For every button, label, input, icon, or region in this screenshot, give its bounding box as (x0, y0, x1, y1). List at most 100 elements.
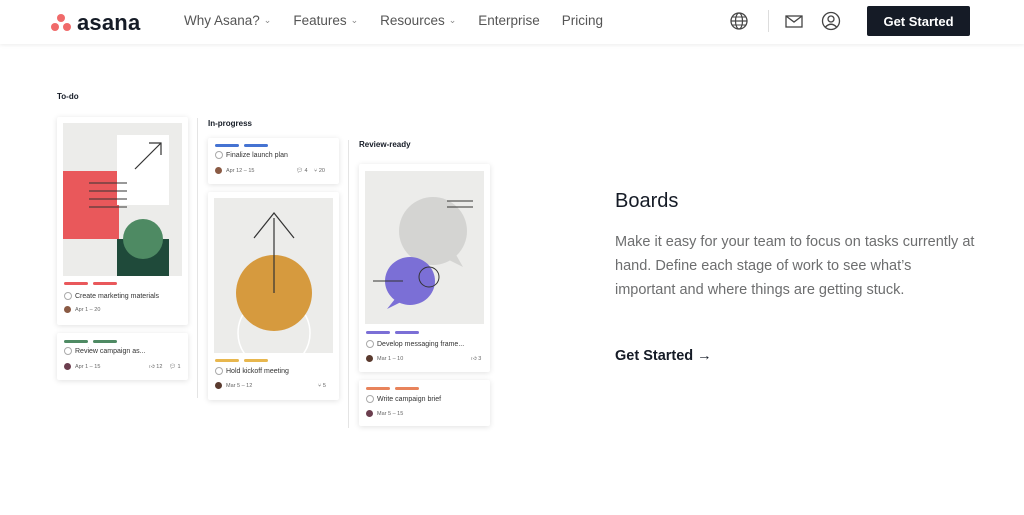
subtasks-value: 20 (318, 168, 325, 174)
card-tag (244, 144, 268, 147)
task-date: Mar 1 – 10 (377, 355, 404, 362)
card-artwork (214, 198, 333, 353)
card-tag (215, 144, 239, 147)
menu-item-label: Pricing (561, 13, 604, 28)
get-started-button[interactable]: Get Started (867, 6, 970, 36)
task-date: Apr 12 – 15 (226, 167, 255, 174)
comments-value: 4 (304, 168, 308, 174)
task-label: Develop messaging frame... (366, 340, 464, 348)
chevron-down-icon: ⌄ (263, 15, 272, 25)
card-tag (395, 331, 419, 334)
task-card-marketing[interactable]: Create marketing materials Apr 1 – 20 (57, 117, 188, 325)
menu-item-label: Why Asana? (184, 13, 260, 28)
task-meta: Apr 12 – 15 (215, 167, 254, 174)
task-meta: Apr 1 – 20 (64, 306, 100, 313)
task-meta: Apr 1 – 15 (64, 363, 100, 370)
column-divider (348, 140, 349, 428)
menu-item-label: Enterprise (478, 13, 540, 28)
task-card-launch-plan[interactable]: Finalize launch plan Apr 12 – 15 💬︎ 4 ⑂ … (208, 138, 339, 184)
globe-icon[interactable] (729, 11, 749, 31)
card-tag (366, 331, 390, 334)
card-tag (93, 282, 117, 285)
avatar (215, 382, 222, 389)
menu-item-why-asana[interactable]: Why Asana? ⌄ (184, 13, 271, 28)
comments-value: 1 (177, 364, 181, 370)
card-tag (93, 340, 117, 343)
avatar (366, 355, 373, 362)
menu-item-label: Features (293, 13, 347, 28)
column-title-todo: To-do (57, 92, 79, 101)
avatar (64, 363, 71, 370)
menu-item-resources[interactable]: Resources ⌄ (380, 13, 456, 28)
task-title: Develop messaging frame... (377, 340, 465, 348)
likes-value: 3 (478, 356, 482, 362)
card-tag (366, 387, 390, 390)
checkmark-circle-icon[interactable] (64, 347, 72, 355)
column-title-review-ready: Review-ready (359, 140, 411, 149)
checkmark-circle-icon[interactable] (366, 340, 374, 348)
task-card-review-campaign[interactable]: Review campaign as... Apr 1 – 15 👍︎ 12 💬… (57, 333, 188, 380)
comments-count: 💬︎ 1 (169, 364, 181, 370)
likes-count: 👍︎ 3 (471, 356, 482, 362)
card-artwork (365, 171, 484, 324)
subtasks-count: ⑂ 20 (314, 168, 325, 174)
task-meta: Mar 5 – 12 (215, 382, 252, 389)
task-meta: Mar 1 – 10 (366, 355, 403, 362)
task-meta: Mar 5 – 15 (366, 410, 403, 417)
task-date: Mar 5 – 12 (226, 382, 253, 389)
task-date: Apr 1 – 20 (75, 306, 101, 313)
chevron-down-icon: ⌄ (350, 15, 359, 25)
checkmark-circle-icon[interactable] (64, 292, 72, 300)
task-date: Mar 5 – 15 (377, 410, 404, 417)
top-navbar: asana Why Asana? ⌄ Features ⌄ Resources … (0, 0, 1024, 44)
avatar (64, 306, 71, 313)
card-artwork (63, 123, 182, 276)
main-menu: Why Asana? ⌄ Features ⌄ Resources ⌄ Ente… (184, 13, 603, 28)
task-card-campaign-brief[interactable]: Write campaign brief Mar 5 – 15 (359, 380, 490, 426)
card-tag (64, 282, 88, 285)
task-label: Hold kickoff meeting (215, 367, 289, 375)
avatar (215, 167, 222, 174)
task-title: Review campaign as... (75, 347, 146, 355)
task-label: Create marketing materials (64, 292, 159, 300)
task-date: Apr 1 – 15 (75, 363, 101, 370)
logo-text: asana (77, 10, 141, 35)
task-title: Write campaign brief (377, 395, 442, 403)
task-title: Hold kickoff meeting (226, 367, 289, 375)
task-card-kickoff[interactable]: Hold kickoff meeting Mar 5 – 12 ⑂ 5 (208, 192, 339, 400)
task-title: Create marketing materials (75, 292, 160, 300)
column-title-in-progress: In-progress (208, 119, 253, 128)
column-divider (197, 118, 198, 398)
asana-logo[interactable]: asana (51, 10, 140, 36)
likes-count: 👍︎ 12 (149, 364, 163, 370)
comments-count: 💬︎ 4 (296, 168, 308, 174)
task-label: Write campaign brief (366, 395, 441, 403)
card-tag (215, 359, 239, 362)
menu-item-enterprise[interactable]: Enterprise (478, 13, 540, 28)
get-started-link[interactable]: Get Started → (615, 348, 712, 364)
checkmark-circle-icon[interactable] (366, 395, 374, 403)
card-tag (244, 359, 268, 362)
account-icon[interactable] (821, 11, 841, 31)
subtasks-value: 5 (322, 383, 326, 389)
likes-value: 12 (156, 364, 163, 370)
menu-item-features[interactable]: Features ⌄ (293, 13, 358, 28)
feature-title: Boards (615, 190, 679, 212)
checkmark-circle-icon[interactable] (215, 367, 223, 375)
logo-dots-icon (51, 14, 71, 32)
card-tag (64, 340, 88, 343)
task-label: Review campaign as... (64, 347, 145, 355)
avatar (366, 410, 373, 417)
card-tag (395, 387, 419, 390)
checkmark-circle-icon[interactable] (215, 151, 223, 159)
chevron-down-icon: ⌄ (448, 15, 457, 25)
subtasks-count: ⑂ 5 (318, 383, 326, 389)
mail-icon[interactable] (784, 12, 804, 32)
feature-description: Make it easy for your team to focus on t… (615, 234, 975, 298)
nav-divider (768, 10, 769, 32)
menu-item-pricing[interactable]: Pricing (562, 13, 603, 28)
menu-item-label: Resources (380, 13, 445, 28)
task-card-messaging[interactable]: Develop messaging frame... Mar 1 – 10 👍︎… (359, 164, 490, 372)
task-title: Finalize launch plan (226, 151, 288, 159)
task-label: Finalize launch plan (215, 151, 288, 159)
